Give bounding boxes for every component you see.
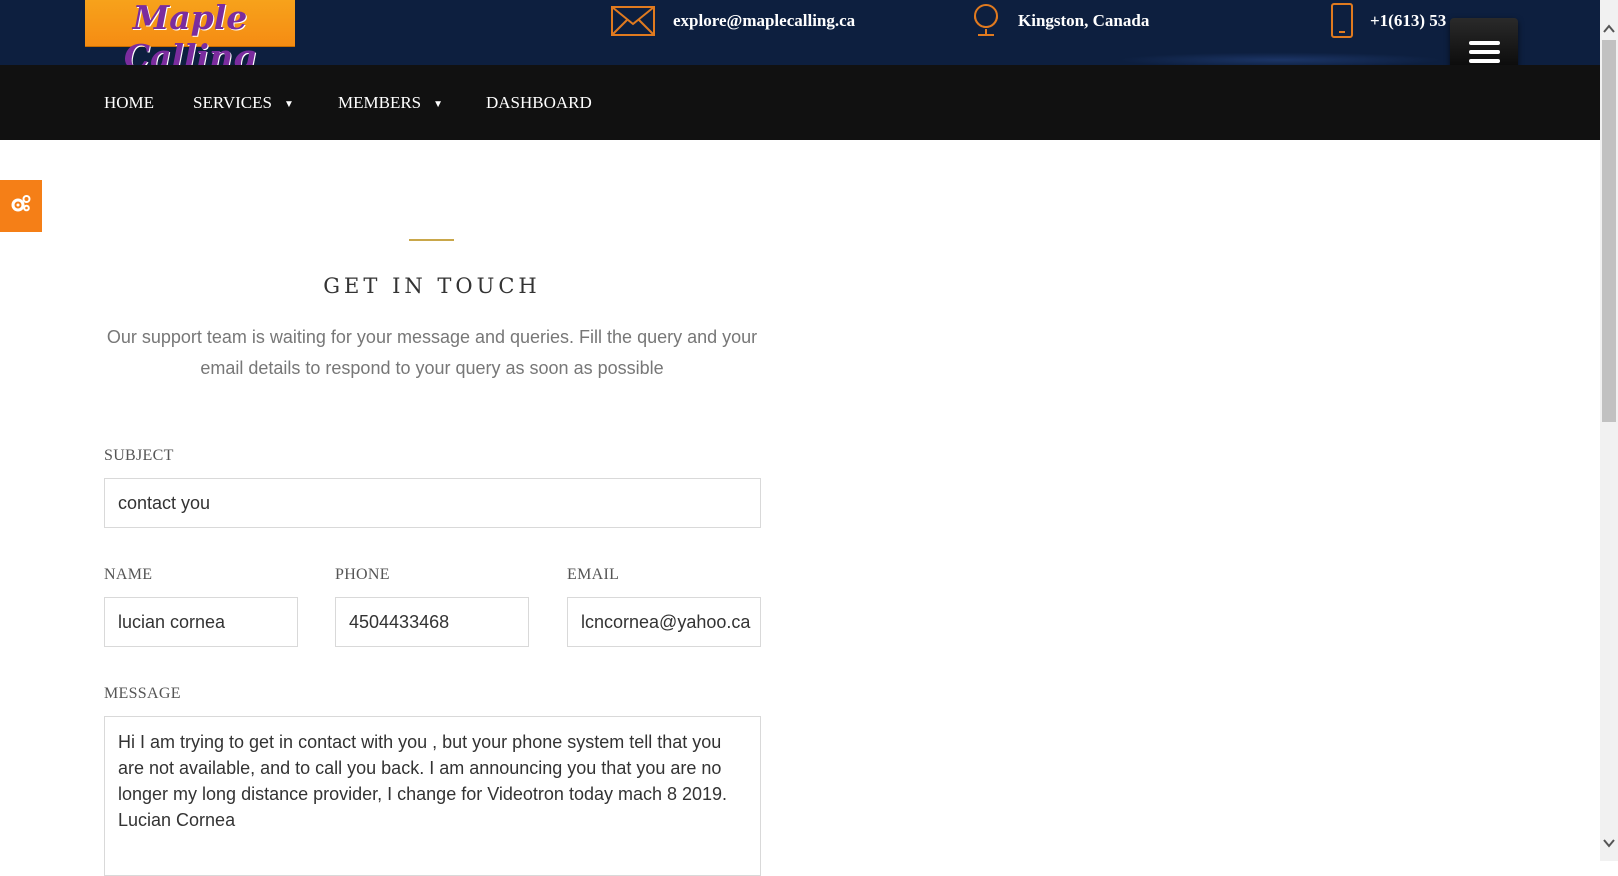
message-label: MESSAGE xyxy=(104,685,181,702)
email-label: EMAIL xyxy=(567,566,620,583)
scrollbar-thumb[interactable] xyxy=(1602,40,1616,422)
contact-email[interactable]: explore@maplecalling.ca xyxy=(610,0,855,42)
page-description: Our support team is waiting for your mes… xyxy=(106,327,758,378)
nav-members[interactable]: MEMBERS ▼ xyxy=(338,65,443,140)
page-title: GET IN TOUCH xyxy=(323,274,541,298)
phone-input[interactable]: 4504433468 xyxy=(335,597,529,647)
contact-location: Kingston, Canada xyxy=(968,0,1149,42)
scroll-down-arrow-icon[interactable] xyxy=(1603,836,1615,848)
site-logo[interactable]: Maple Calling xyxy=(85,0,295,76)
subject-input[interactable]: contact you xyxy=(104,478,761,528)
caret-down-icon: ▼ xyxy=(433,98,444,110)
title-divider xyxy=(409,239,454,241)
message-textarea[interactable]: Hi I am trying to get in contact with yo… xyxy=(104,716,761,876)
caret-down-icon: ▼ xyxy=(283,98,294,110)
email-input[interactable]: lcncornea@yahoo.ca xyxy=(567,597,761,647)
nav-dashboard[interactable]: DASHBOARD xyxy=(486,65,592,140)
nav-services[interactable]: SERVICES ▼ xyxy=(193,65,294,140)
email-text: explore@maplecalling.ca xyxy=(673,11,856,30)
globe-icon xyxy=(968,3,1004,39)
main-navigation: HOME SERVICES ▼ MEMBERS ▼ DASHBOARD xyxy=(0,65,1600,140)
envelope-icon xyxy=(610,4,656,38)
nav-home[interactable]: HOME xyxy=(104,65,154,140)
subject-label: SUBJECT xyxy=(104,447,174,464)
name-label: NAME xyxy=(104,566,153,583)
top-info-bar: Maple Calling explore@maplecalling.ca Ki… xyxy=(0,0,1600,76)
phone-text: +1(613) 53 xyxy=(1370,11,1447,30)
scroll-up-arrow-icon[interactable] xyxy=(1603,22,1615,34)
location-text: Kingston, Canada xyxy=(1018,11,1150,30)
mobile-phone-icon xyxy=(1330,3,1354,39)
name-input[interactable]: lucian cornea xyxy=(104,597,298,647)
contact-phone[interactable]: +1(613) 53 xyxy=(1330,0,1446,42)
phone-label: PHONE xyxy=(335,566,390,583)
gears-icon xyxy=(10,193,32,220)
settings-side-tab[interactable] xyxy=(0,180,42,232)
